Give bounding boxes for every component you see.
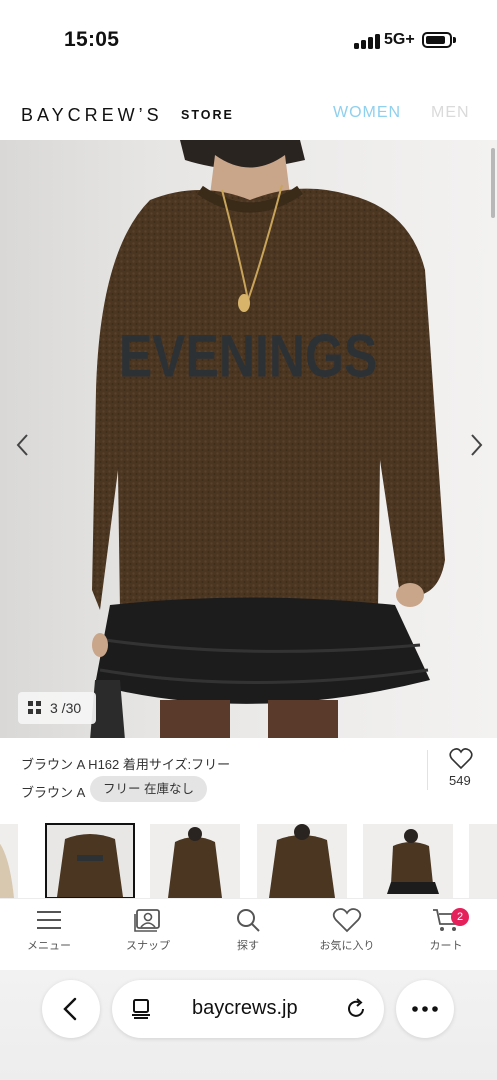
snap-icon [134, 909, 160, 932]
nav-women[interactable]: WOMEN [333, 104, 401, 122]
chevron-left-icon[interactable] [10, 432, 36, 458]
heart-icon [332, 908, 362, 933]
size-stock-pill[interactable]: フリー 在庫なし [90, 776, 207, 802]
nav-search-label: 探す [237, 940, 259, 952]
status-bar: 15:05 5G+ [0, 0, 497, 80]
nav-search[interactable]: 探す [208, 907, 288, 967]
network-label: 5G+ [384, 31, 415, 48]
thumbnail[interactable] [257, 824, 347, 898]
address-bar[interactable]: baycrews.jp [112, 980, 384, 1038]
grid-icon [28, 701, 42, 715]
product-photo: EVENINGS [90, 140, 445, 738]
url-text: baycrews.jp [192, 997, 298, 1019]
menu-icon [37, 911, 61, 929]
back-icon [63, 997, 77, 1021]
bottom-nav: メニュー スナップ 探す お気に入り 2 カート [0, 898, 497, 970]
browser-toolbar: baycrews.jp [0, 970, 497, 1080]
site-header: BAYCREW’S STORE WOMEN MEN [0, 80, 497, 140]
image-counter[interactable]: 3 /30 [18, 692, 96, 724]
sweater-print: EVENINGS [119, 322, 377, 389]
nav-menu[interactable]: メニュー [9, 907, 89, 967]
nav-snap[interactable]: スナップ [108, 907, 188, 967]
chevron-right-icon[interactable] [463, 432, 489, 458]
product-image[interactable]: EVENINGS [0, 140, 497, 738]
battery-cap [453, 37, 456, 43]
nav-men[interactable]: MEN [431, 104, 470, 122]
nav-menu-label: メニュー [27, 940, 71, 952]
browser-more-button[interactable] [396, 980, 454, 1038]
site-logo-store[interactable]: STORE [181, 108, 234, 122]
thumbnail-selected[interactable] [45, 823, 135, 898]
favorite-heart-icon[interactable] [449, 748, 473, 770]
product-info: ブラウン A H162 着用サイズ:フリー ブラウン A フリー 在庫なし 54… [0, 738, 497, 816]
thumbnail[interactable] [363, 824, 453, 898]
site-logo[interactable]: BAYCREW’S [21, 105, 163, 126]
thumbnail-strip[interactable] [0, 816, 497, 898]
divider [427, 750, 428, 790]
more-icon [412, 1006, 438, 1012]
reload-icon[interactable] [344, 997, 368, 1021]
search-icon [237, 909, 260, 932]
nav-cart[interactable]: 2 カート [406, 907, 486, 967]
nav-favorites-label: お気に入り [319, 940, 375, 952]
thumbnail[interactable] [469, 824, 497, 898]
favorite-count: 549 [449, 773, 471, 788]
page-icon[interactable] [130, 997, 154, 1021]
battery-icon [422, 32, 452, 48]
color-label: ブラウン A [21, 785, 86, 800]
status-time: 15:05 [64, 28, 120, 51]
signal-icon [354, 33, 380, 49]
nav-favorites[interactable]: お気に入り [307, 907, 387, 967]
thumbnail[interactable] [150, 824, 240, 898]
browser-back-button[interactable] [42, 980, 100, 1038]
page-scrollbar[interactable] [491, 148, 495, 218]
thumbnail[interactable] [0, 824, 18, 898]
cart-badge: 2 [451, 908, 469, 926]
product-spec: ブラウン A H162 着用サイズ:フリー [21, 757, 231, 772]
nav-cart-label: カート [429, 940, 463, 952]
image-counter-text: 3 /30 [50, 700, 82, 716]
nav-snap-label: スナップ [126, 940, 170, 952]
